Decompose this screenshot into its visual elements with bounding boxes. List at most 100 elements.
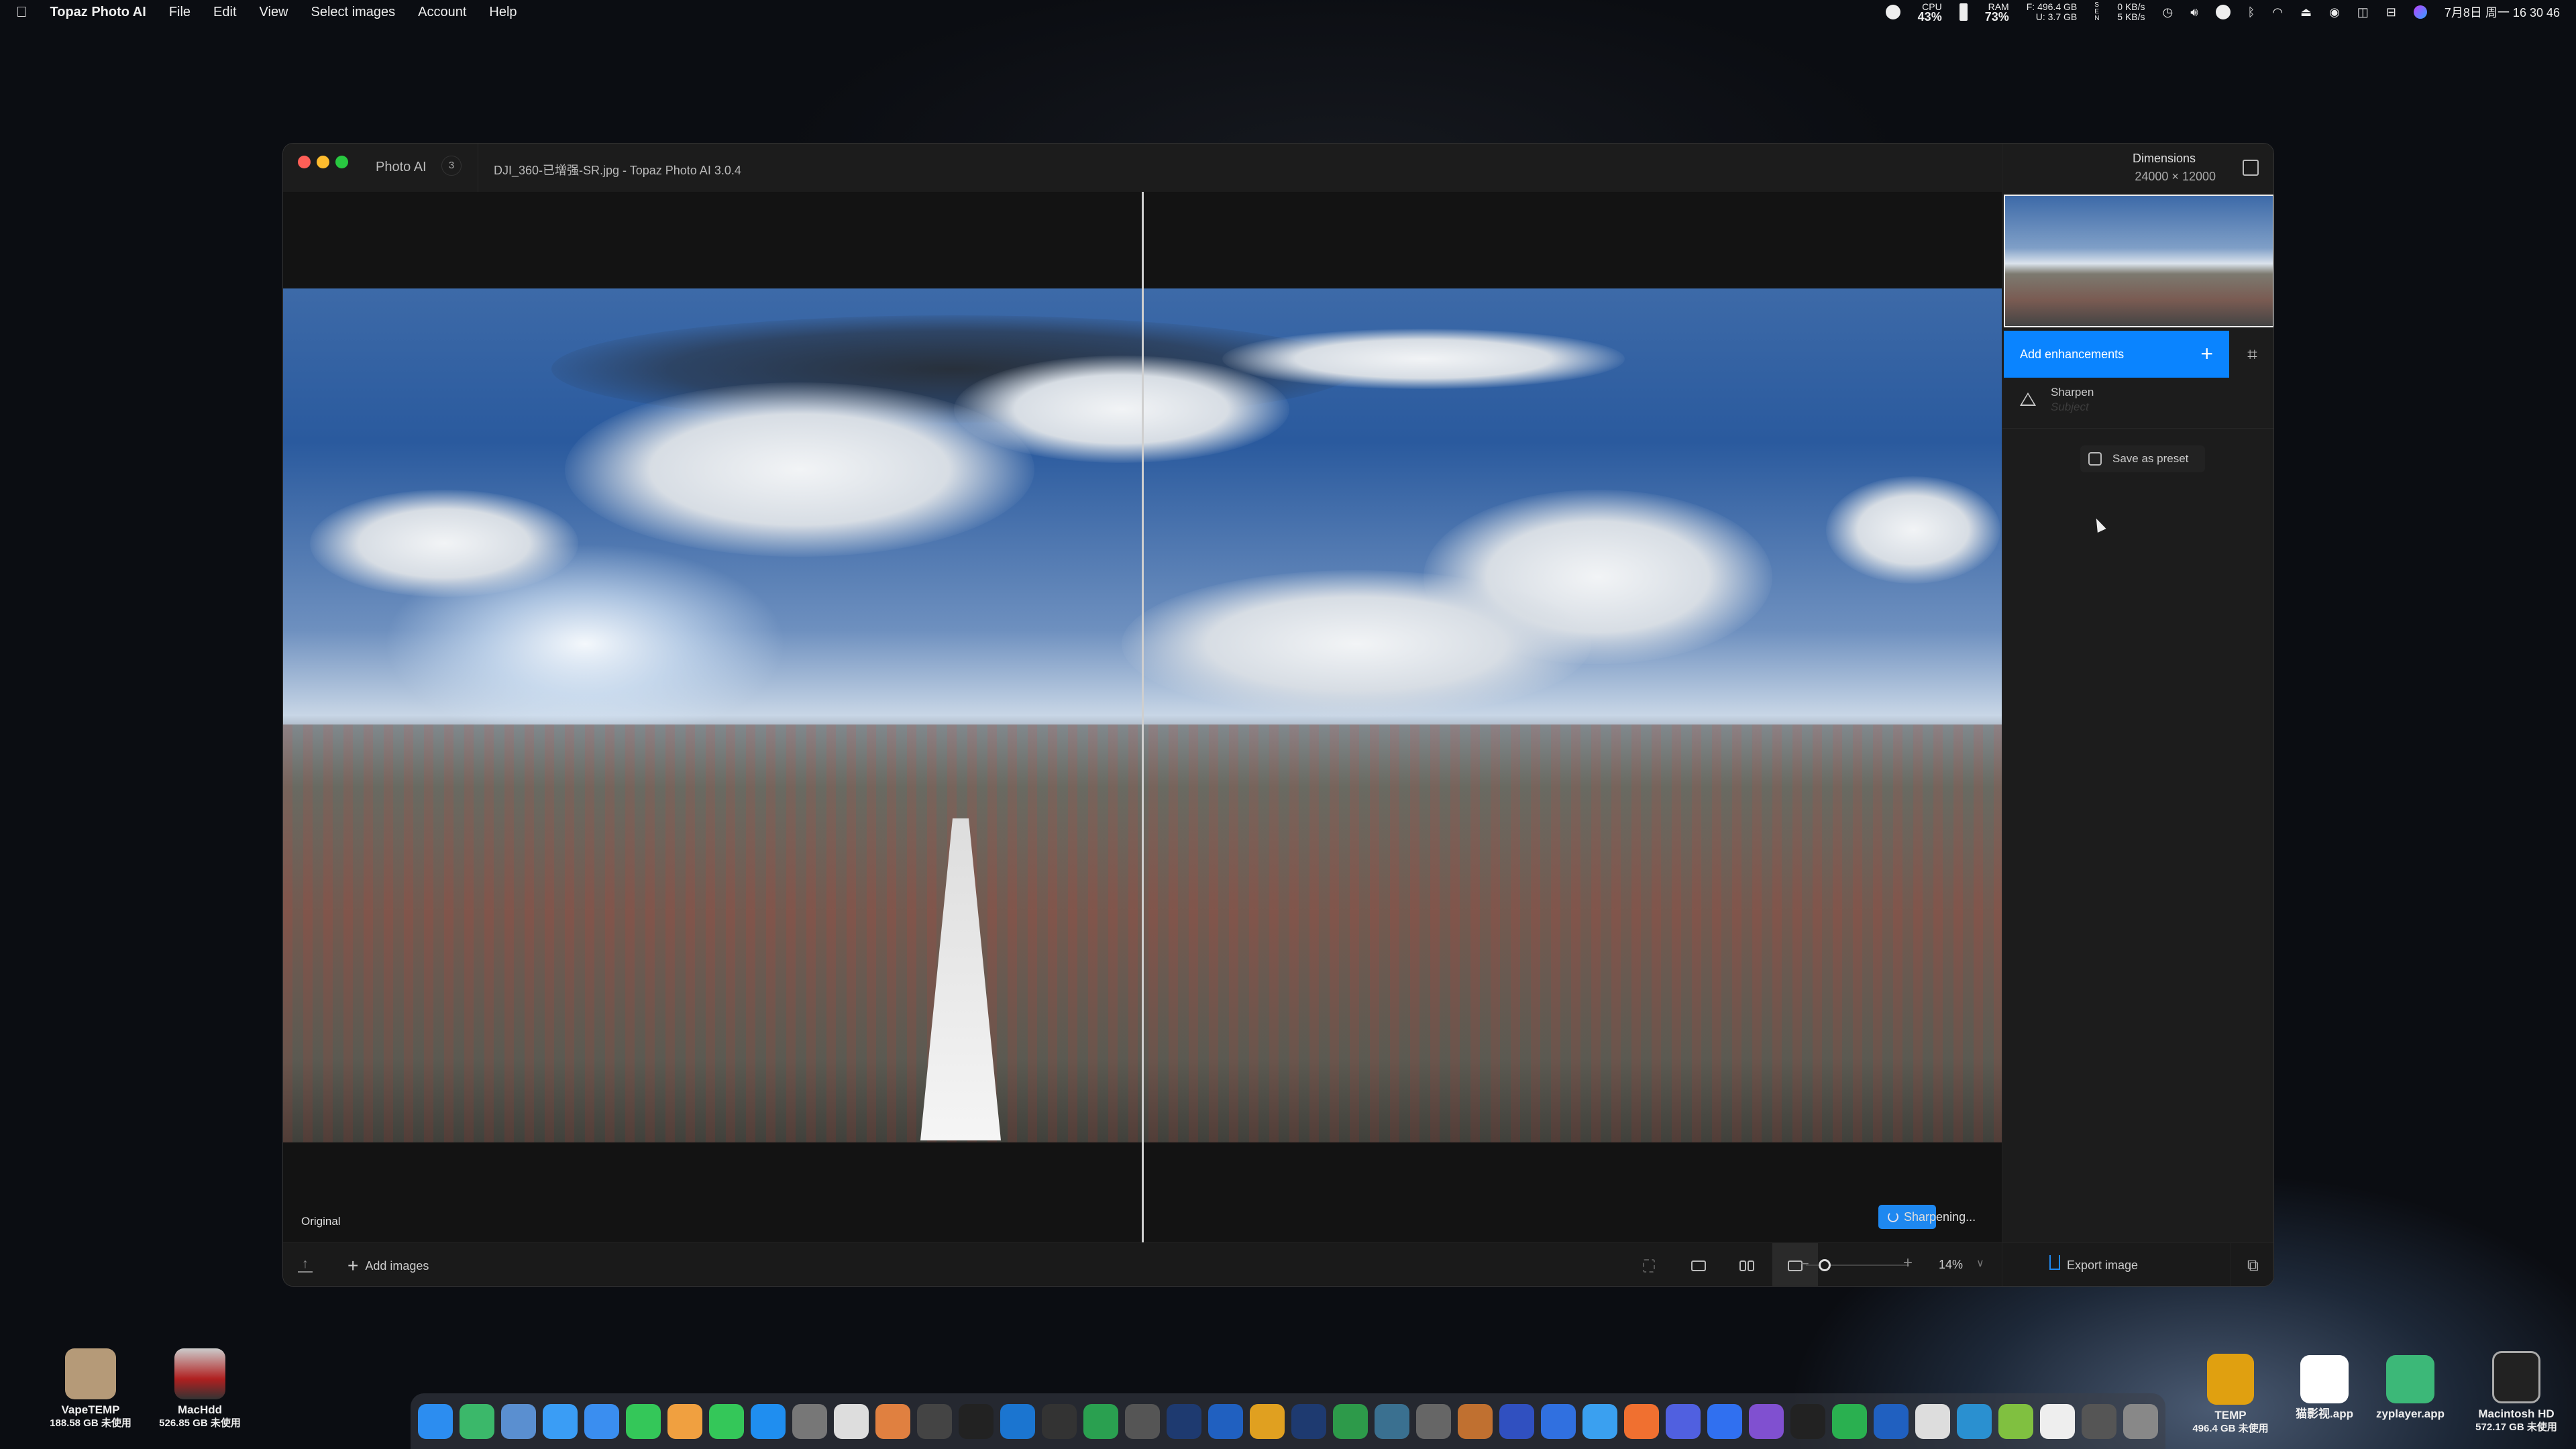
123-dock-icon[interactable] bbox=[1499, 1403, 1534, 1439]
minimize-button[interactable] bbox=[317, 156, 329, 168]
baidu-cloud-dock-icon[interactable] bbox=[1541, 1403, 1576, 1439]
app-store-dock-icon[interactable] bbox=[751, 1403, 786, 1439]
dashboard-dock-icon[interactable] bbox=[1333, 1403, 1368, 1439]
menu-account[interactable]: Account bbox=[418, 5, 466, 20]
safari-like-dock-icon[interactable] bbox=[501, 1403, 536, 1439]
save-as-preset-button[interactable]: Save as preset bbox=[2080, 445, 2205, 472]
tab-photo-ai[interactable]: Photo AI bbox=[376, 160, 427, 175]
zoom-button[interactable] bbox=[335, 156, 348, 168]
photos-dock-icon[interactable] bbox=[667, 1403, 702, 1439]
office-orange-dock-icon[interactable] bbox=[1624, 1403, 1659, 1439]
trash-dock-icon[interactable] bbox=[2123, 1403, 2158, 1439]
mail-dock-icon[interactable] bbox=[584, 1403, 619, 1439]
zoom-value[interactable]: 14% bbox=[1939, 1258, 1963, 1272]
menu-view[interactable]: View bbox=[260, 5, 288, 20]
panel-toggle-icon[interactable] bbox=[2243, 160, 2259, 176]
chevron-down-icon[interactable]: ∨ bbox=[1976, 1256, 1984, 1270]
edge-dock-icon[interactable] bbox=[1957, 1403, 1992, 1439]
disk-meter[interactable]: F: 496.4 GB U: 3.7 GB bbox=[2027, 2, 2077, 22]
desktop-icon-macintosh-hd[interactable]: Macintosh HD 572.17 GB 未使用 bbox=[2466, 1351, 2567, 1434]
qq-music-dock-icon[interactable] bbox=[460, 1403, 494, 1439]
export-image-button[interactable]: Export image bbox=[2002, 1243, 2230, 1286]
wechat-dock-icon[interactable] bbox=[1832, 1403, 1867, 1439]
zoom-slider-handle[interactable] bbox=[1819, 1259, 1831, 1271]
apple-menu-icon[interactable]:  bbox=[16, 3, 28, 21]
network-dock-icon[interactable] bbox=[1375, 1403, 1409, 1439]
finder-dock-icon[interactable] bbox=[418, 1403, 453, 1439]
messages-dock-icon[interactable] bbox=[626, 1403, 661, 1439]
lark-dock-icon[interactable] bbox=[1707, 1403, 1742, 1439]
pen-dock-icon[interactable] bbox=[1915, 1403, 1950, 1439]
desktop-icon-vapetemp[interactable]: VapeTEMP 188.58 GB 未使用 bbox=[47, 1348, 134, 1430]
volume-icon[interactable]: 🔊︎ bbox=[2190, 5, 2198, 19]
menu-app-name[interactable]: Topaz Photo AI bbox=[50, 5, 146, 20]
record-icon[interactable] bbox=[1885, 5, 1900, 19]
cpu-meter[interactable]: CPU 43% bbox=[1918, 2, 1942, 23]
capcut-dock-icon[interactable] bbox=[959, 1403, 994, 1439]
android-dock-icon[interactable] bbox=[1998, 1403, 2033, 1439]
save-as-preset-label: Save as preset bbox=[2112, 452, 2189, 465]
control-center-icon[interactable]: ⊟ bbox=[2386, 5, 2396, 19]
add-images-button[interactable]: + Add images bbox=[347, 1255, 429, 1277]
user-icon[interactable]: ◉ bbox=[2329, 5, 2340, 19]
cloud bbox=[1826, 476, 2000, 584]
upload-icon[interactable]: ↑ bbox=[298, 1256, 313, 1273]
utility-dock-icon[interactable] bbox=[2082, 1403, 2116, 1439]
wifi-icon[interactable]: ◠ bbox=[2272, 5, 2283, 19]
notes-purple-dock-icon[interactable] bbox=[1749, 1403, 1784, 1439]
proxy-icon[interactable] bbox=[2215, 5, 2231, 19]
zoom-out-icon[interactable]: − bbox=[1801, 1255, 1809, 1273]
circle-app-dock-icon[interactable] bbox=[1666, 1403, 1701, 1439]
menu-edit[interactable]: Edit bbox=[213, 5, 236, 20]
side-by-side-icon[interactable] bbox=[1724, 1243, 1770, 1286]
single-view-icon[interactable] bbox=[1676, 1243, 1721, 1286]
desktop-icon-maoyingshi[interactable]: 猫影视.app bbox=[2281, 1355, 2368, 1421]
photoshop-dock-icon[interactable] bbox=[1167, 1403, 1201, 1439]
desktop-icon-zyplayer[interactable]: zyplayer.app bbox=[2367, 1355, 2454, 1421]
numbers-dock-icon[interactable] bbox=[1083, 1403, 1118, 1439]
crop-icon[interactable]: ⌗ bbox=[2229, 331, 2273, 378]
text-dock-icon[interactable] bbox=[2040, 1403, 2075, 1439]
display-icon[interactable]: ◫ bbox=[2357, 5, 2369, 19]
batch-images-icon[interactable]: ⧉ bbox=[2231, 1243, 2273, 1286]
camera-dock-icon[interactable] bbox=[1125, 1403, 1160, 1439]
lightroom-dock-icon[interactable] bbox=[1291, 1403, 1326, 1439]
menu-help[interactable]: Help bbox=[489, 5, 517, 20]
photo-viewer-dock-icon[interactable] bbox=[1458, 1403, 1493, 1439]
calculator-dock-icon[interactable] bbox=[834, 1403, 869, 1439]
preview-canvas[interactable]: Original Sharpening... bbox=[283, 192, 2002, 1242]
enhancement-item-sharpen[interactable]: Sharpen Subject bbox=[2002, 378, 2273, 429]
ali-drive-dock-icon[interactable] bbox=[1582, 1403, 1617, 1439]
zoom-in-icon[interactable]: + bbox=[1903, 1254, 1913, 1273]
word-dock-icon[interactable] bbox=[1874, 1403, 1909, 1439]
add-enhancements-button[interactable]: Add enhancements + bbox=[2004, 331, 2229, 378]
time-machine-icon[interactable]: ◷ bbox=[2162, 5, 2173, 19]
menu-file[interactable]: File bbox=[169, 5, 191, 20]
comparison-divider-handle[interactable] bbox=[1142, 192, 1144, 1242]
final-cut-dock-icon[interactable] bbox=[917, 1403, 952, 1439]
qq-dock-icon[interactable] bbox=[1790, 1403, 1825, 1439]
menu-select-images[interactable]: Select images bbox=[311, 5, 396, 20]
network-meter[interactable]: 0 KB/s 5 KB/s bbox=[2117, 2, 2145, 22]
safari-dock-icon[interactable] bbox=[543, 1403, 578, 1439]
navigator-thumbnail[interactable] bbox=[2004, 195, 2273, 327]
pages-dock-icon[interactable] bbox=[875, 1403, 910, 1439]
facetime-dock-icon[interactable] bbox=[709, 1403, 744, 1439]
snapshot-icon[interactable] bbox=[1626, 1243, 1672, 1286]
cat-app-icon bbox=[2300, 1355, 2349, 1403]
desktop-icon-temp[interactable]: TEMP 496.4 GB 未使用 bbox=[2187, 1354, 2274, 1436]
desktop-icon-machdd[interactable]: MacHdd 526.85 GB 未使用 bbox=[156, 1348, 244, 1430]
clock[interactable]: 7月8日 周一 16 30 46 bbox=[2445, 3, 2560, 21]
system-settings-dock-icon[interactable] bbox=[792, 1403, 827, 1439]
close-button[interactable] bbox=[298, 156, 311, 168]
sparkle-dock-icon[interactable] bbox=[1250, 1403, 1285, 1439]
crop-tool-dock-icon[interactable] bbox=[1208, 1403, 1243, 1439]
siri-icon[interactable] bbox=[2413, 5, 2427, 19]
eject-icon[interactable]: ⏏ bbox=[2300, 5, 2312, 19]
launcher-dock-icon[interactable] bbox=[1042, 1403, 1077, 1439]
bluetooth-icon[interactable]: ᛒ bbox=[2248, 5, 2255, 19]
processing-label: Sharpening... bbox=[1904, 1210, 1976, 1224]
ram-meter[interactable]: RAM 73% bbox=[1985, 2, 2009, 23]
archive-dock-icon[interactable] bbox=[1416, 1403, 1451, 1439]
xcode-dock-icon[interactable] bbox=[1000, 1403, 1035, 1439]
